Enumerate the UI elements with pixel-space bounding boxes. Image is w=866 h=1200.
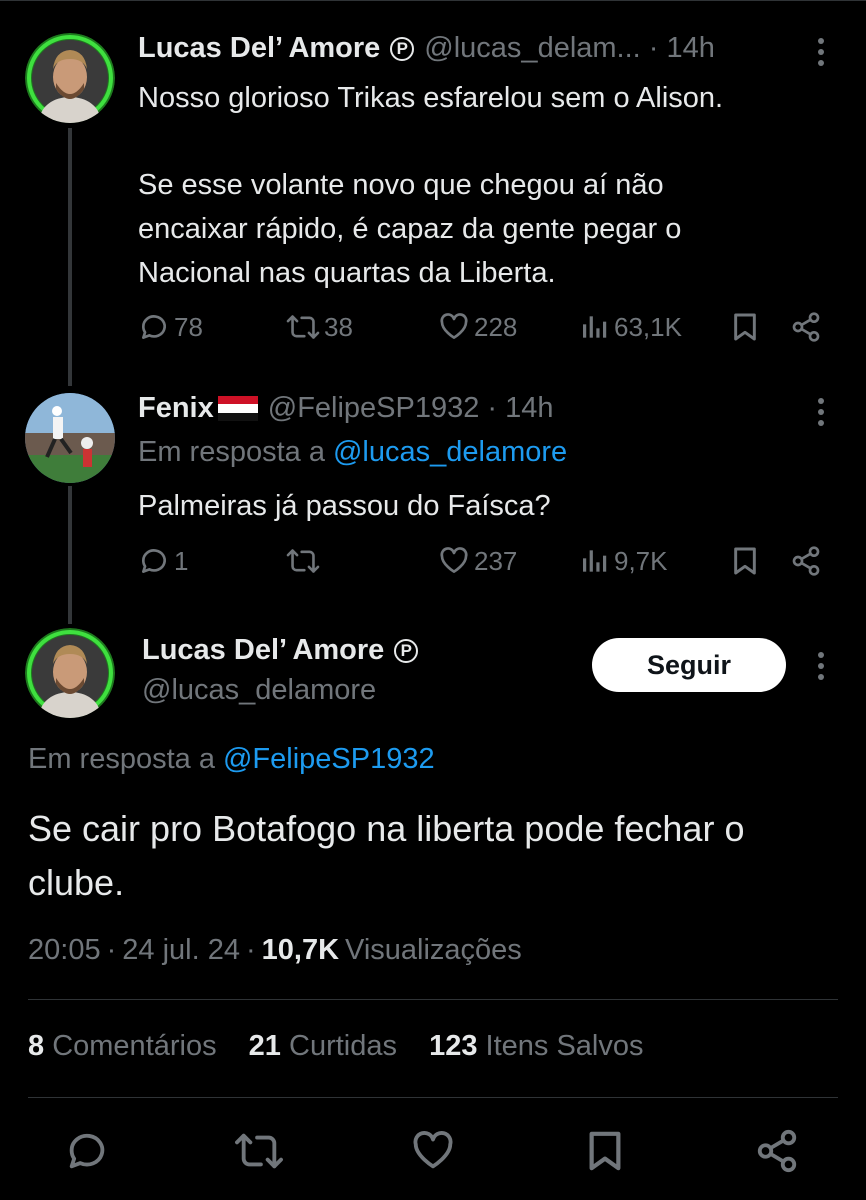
comments-stat[interactable]: 8 Comentários bbox=[28, 1030, 225, 1062]
verified-p-icon: P bbox=[390, 36, 415, 61]
bookmark-icon bbox=[734, 547, 756, 575]
main-author-row: Lucas Del’ Amore P bbox=[142, 634, 419, 667]
share-icon bbox=[757, 1129, 797, 1173]
tweet-meta: 20:05 · 24 jul. 24 · 10,7K Visualizações bbox=[28, 934, 522, 967]
like-icon bbox=[440, 547, 468, 573]
follow-button[interactable]: Seguir bbox=[592, 638, 786, 692]
author-name[interactable]: Fenix bbox=[138, 392, 214, 425]
tweet2-actions: 1 237 9,7K bbox=[138, 545, 828, 585]
reply-button[interactable] bbox=[64, 1128, 110, 1179]
engagement-stats: 8 Comentários 21 Curtidas 123 Itens Salv… bbox=[28, 1030, 644, 1063]
retweet-button[interactable] bbox=[286, 545, 324, 577]
main-tweet-text: Se cair pro Botafogo na liberta pode fec… bbox=[28, 808, 745, 903]
reply-prefix: Em resposta a bbox=[138, 436, 325, 468]
retweet-button[interactable]: 38 bbox=[286, 311, 353, 343]
avatar-lucas[interactable] bbox=[25, 628, 115, 718]
share-button[interactable] bbox=[790, 545, 826, 577]
share-icon bbox=[792, 546, 820, 576]
bookmark-button[interactable] bbox=[584, 1128, 626, 1179]
reply-icon bbox=[142, 549, 166, 573]
views-icon bbox=[583, 316, 607, 338]
author-name[interactable]: Lucas Del’ Amore bbox=[142, 634, 384, 667]
more-icon[interactable] bbox=[817, 652, 825, 685]
tweet-date[interactable]: 24 jul. 24 bbox=[122, 934, 240, 967]
tweet1-text-para2: Se esse volante novo que chegou aí não e… bbox=[138, 169, 682, 289]
views-count: 9,7K bbox=[614, 545, 668, 576]
retweet-icon bbox=[286, 315, 320, 339]
more-icon[interactable] bbox=[817, 38, 825, 71]
bookmark-icon bbox=[734, 313, 756, 341]
separator: · bbox=[245, 934, 256, 966]
tweet-time[interactable]: 20:05 bbox=[28, 934, 101, 967]
reply-context: Em resposta a @lucas_delamore bbox=[138, 436, 567, 469]
reply-count: 78 bbox=[174, 311, 203, 342]
retweet-icon bbox=[235, 1133, 283, 1169]
views-button[interactable]: 63,1K bbox=[580, 311, 682, 343]
tweet2-text: Palmeiras já passou do Faísca? bbox=[138, 490, 551, 522]
tweet2-header: Fenix @FelipeSP1932 · 14h bbox=[138, 392, 553, 425]
likes-stat[interactable]: 21 Curtidas bbox=[249, 1030, 405, 1062]
like-icon bbox=[413, 1131, 453, 1169]
reply-mention-link[interactable]: @lucas_delamore bbox=[333, 436, 567, 469]
retweet-count: 38 bbox=[324, 311, 353, 342]
share-icon bbox=[792, 312, 820, 342]
comments-label: Comentários bbox=[52, 1030, 217, 1062]
top-divider bbox=[0, 0, 866, 1]
reply-button[interactable]: 78 bbox=[138, 311, 203, 343]
avatar-lucas[interactable] bbox=[25, 33, 115, 123]
egypt-flag-icon bbox=[217, 395, 258, 422]
reply-context: Em resposta a @FelipeSP1932 bbox=[28, 743, 435, 776]
views-count: 63,1K bbox=[614, 311, 682, 342]
author-handle[interactable]: @FelipeSP1932 bbox=[268, 392, 480, 425]
tweet-time[interactable]: · 14h bbox=[487, 392, 553, 425]
retweet-icon bbox=[286, 549, 320, 573]
thread-connector bbox=[68, 486, 72, 624]
views-label: Visualizações bbox=[345, 934, 522, 966]
like-button[interactable]: 228 bbox=[438, 311, 517, 343]
reply-mention-link[interactable]: @FelipeSP1932 bbox=[223, 743, 435, 776]
likes-label: Curtidas bbox=[289, 1030, 397, 1062]
like-icon bbox=[440, 313, 468, 339]
share-button[interactable] bbox=[790, 311, 826, 343]
tweet1-actions: 78 38 228 63,1K bbox=[138, 311, 828, 351]
share-button[interactable] bbox=[754, 1128, 800, 1179]
reply-prefix: Em resposta a bbox=[28, 743, 215, 775]
saves-count: 123 bbox=[429, 1030, 478, 1062]
verified-p-icon: P bbox=[394, 638, 419, 663]
reply-button[interactable]: 1 bbox=[138, 545, 188, 577]
tweet1-text-line1: Nosso glorioso Trikas esfarelou sem o Al… bbox=[138, 82, 724, 114]
views-count: 10,7K bbox=[261, 934, 340, 966]
reply-count: 1 bbox=[174, 545, 189, 576]
comments-count: 8 bbox=[28, 1030, 45, 1062]
reply-icon bbox=[142, 315, 166, 339]
bookmark-button[interactable] bbox=[730, 545, 764, 577]
author-handle[interactable]: @lucas_delam... bbox=[424, 32, 640, 65]
retweet-button[interactable] bbox=[234, 1128, 284, 1179]
tweet-time[interactable]: · 14h bbox=[649, 32, 715, 65]
separator: · bbox=[106, 934, 117, 966]
bookmark-button[interactable] bbox=[730, 311, 764, 343]
views-button[interactable]: 9,7K bbox=[580, 545, 668, 577]
author-handle[interactable]: @lucas_delamore bbox=[142, 674, 376, 707]
avatar-fenix[interactable] bbox=[25, 393, 115, 483]
like-button[interactable] bbox=[410, 1128, 456, 1179]
divider bbox=[28, 999, 838, 1000]
views-icon bbox=[583, 550, 607, 572]
saves-stat[interactable]: 123 Itens Salvos bbox=[429, 1030, 643, 1062]
like-button[interactable]: 237 bbox=[438, 545, 517, 577]
tweet1-header: Lucas Del’ Amore P @lucas_delam... · 14h bbox=[138, 32, 715, 65]
likes-count: 21 bbox=[248, 1030, 281, 1062]
like-count: 228 bbox=[474, 311, 518, 342]
more-icon[interactable] bbox=[817, 398, 825, 431]
reply-icon bbox=[69, 1133, 105, 1169]
bookmark-icon bbox=[589, 1131, 621, 1171]
thread-connector bbox=[68, 128, 72, 386]
author-name[interactable]: Lucas Del’ Amore bbox=[138, 32, 380, 65]
divider bbox=[28, 1097, 838, 1098]
main-action-bar bbox=[0, 1128, 866, 1178]
like-count: 237 bbox=[474, 545, 518, 576]
saves-label: Itens Salvos bbox=[485, 1030, 644, 1062]
